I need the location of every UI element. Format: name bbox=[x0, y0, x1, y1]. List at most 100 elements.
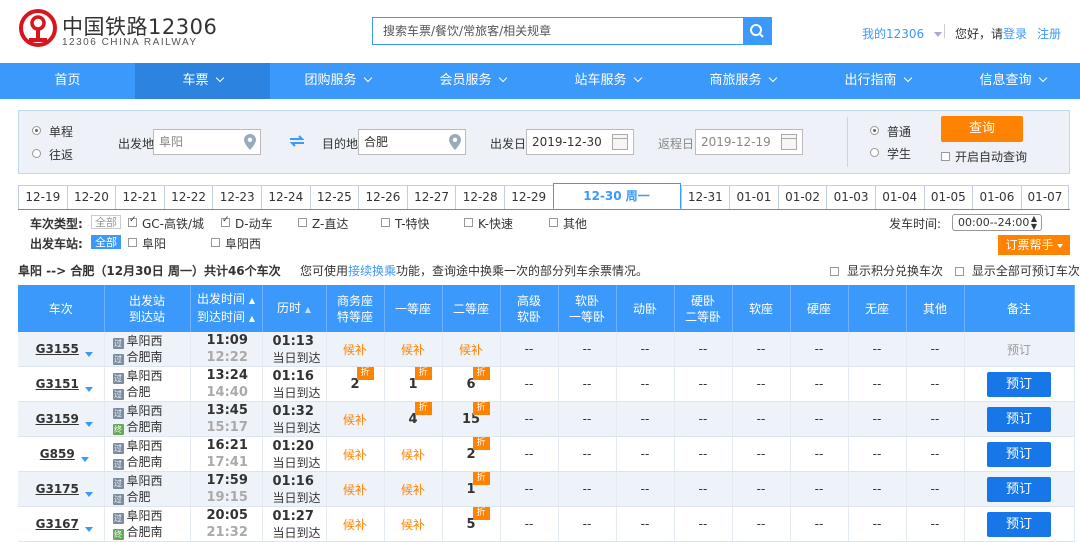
train-number[interactable]: G3151 bbox=[36, 377, 79, 391]
return-date-field[interactable]: 2019-12-19 bbox=[695, 129, 803, 155]
station-all-button[interactable]: 全部 bbox=[91, 235, 121, 249]
nav-item-4[interactable]: 站车服务 bbox=[540, 63, 675, 99]
query-button[interactable]: 查询 bbox=[941, 116, 1023, 142]
depart-time-select[interactable]: 00:00--24:00 ▲ ▼ bbox=[952, 214, 1042, 231]
date-tab[interactable]: 12-28 bbox=[455, 185, 504, 210]
train-number-cell[interactable]: G3159 bbox=[18, 401, 105, 437]
date-tab[interactable]: 12-25 bbox=[309, 185, 359, 210]
train-number[interactable]: G859 bbox=[40, 447, 75, 461]
train-type-checkbox[interactable] bbox=[381, 218, 390, 227]
date-tab[interactable]: 12-30 周一 bbox=[552, 183, 681, 210]
train-number-cell[interactable]: G3151 bbox=[18, 366, 105, 402]
transfer-link[interactable]: 接续换乘 bbox=[348, 264, 396, 278]
date-tab[interactable]: 12-23 bbox=[212, 185, 261, 210]
nav-item-6[interactable]: 出行指南 bbox=[810, 63, 945, 99]
station-checkbox[interactable] bbox=[128, 238, 137, 247]
waitlist-link[interactable]: 候补 bbox=[401, 518, 425, 532]
train-type-all-button[interactable]: 全部 bbox=[91, 215, 121, 229]
date-tab[interactable]: 12-26 bbox=[358, 185, 407, 210]
chevron-down-icon[interactable] bbox=[80, 456, 89, 462]
book-button[interactable]: 预订 bbox=[987, 476, 1051, 502]
date-tab[interactable]: 12-19 bbox=[18, 185, 67, 210]
station-checkbox[interactable] bbox=[211, 238, 220, 247]
date-tab[interactable]: 12-24 bbox=[260, 185, 310, 210]
train-number[interactable]: G3167 bbox=[36, 517, 79, 531]
train-number[interactable]: G3175 bbox=[36, 482, 79, 496]
book-button[interactable]: 预订 bbox=[987, 511, 1051, 537]
date-tab[interactable]: 01-06 bbox=[972, 185, 1021, 210]
to-field[interactable]: 合肥 bbox=[358, 129, 466, 155]
railway-logo-icon[interactable] bbox=[18, 8, 58, 48]
date-tab[interactable]: 12-31 bbox=[680, 185, 730, 210]
search-button[interactable] bbox=[743, 18, 771, 44]
points-trains-checkbox[interactable] bbox=[830, 267, 839, 276]
login-link[interactable]: 登录 bbox=[1003, 27, 1027, 41]
date-tab[interactable]: 01-05 bbox=[923, 185, 973, 210]
swap-stations-icon[interactable] bbox=[289, 135, 305, 147]
book-button[interactable]: 预订 bbox=[987, 371, 1051, 397]
waitlist-link[interactable]: 候补 bbox=[401, 343, 425, 357]
date-tab[interactable]: 01-03 bbox=[826, 185, 875, 210]
waitlist-link[interactable]: 候补 bbox=[343, 343, 367, 357]
waitlist-link[interactable]: 候补 bbox=[343, 413, 367, 427]
train-type-checkbox[interactable] bbox=[298, 218, 307, 227]
waitlist-link[interactable]: 候补 bbox=[343, 483, 367, 497]
col-times[interactable]: 出发时间 ▲ 到达时间 ▲ bbox=[190, 285, 263, 332]
date-tab[interactable]: 12-29 bbox=[503, 185, 553, 210]
booking-helper-button[interactable]: 订票帮手 bbox=[998, 235, 1070, 255]
date-tab[interactable]: 01-02 bbox=[777, 185, 827, 210]
nav-item-7[interactable]: 信息查询 bbox=[945, 63, 1080, 99]
date-tab[interactable]: 12-22 bbox=[163, 185, 213, 210]
oneway-radio[interactable] bbox=[32, 126, 41, 135]
auto-query-checkbox[interactable] bbox=[941, 152, 950, 161]
train-type-checkbox[interactable] bbox=[128, 215, 137, 227]
train-type-checkbox[interactable] bbox=[549, 218, 558, 227]
register-link[interactable]: 注册 bbox=[1037, 27, 1061, 41]
train-number[interactable]: G3159 bbox=[36, 412, 79, 426]
train-number-cell[interactable]: G3155 bbox=[18, 332, 105, 367]
chevron-down-icon[interactable] bbox=[84, 491, 93, 497]
chevron-down-icon[interactable] bbox=[84, 351, 93, 357]
train-number-cell[interactable]: G859 bbox=[18, 436, 105, 472]
waitlist-link[interactable]: 候补 bbox=[401, 483, 425, 497]
roundtrip-radio[interactable] bbox=[32, 149, 41, 158]
student-ticket-radio[interactable] bbox=[870, 148, 879, 157]
train-type-checkbox[interactable] bbox=[221, 215, 230, 227]
normal-ticket-radio[interactable] bbox=[870, 126, 879, 135]
nav-item-0[interactable]: 首页 bbox=[0, 63, 135, 99]
date-tab[interactable]: 01-04 bbox=[874, 185, 924, 210]
calendar-icon[interactable] bbox=[781, 134, 797, 150]
chevron-down-icon[interactable] bbox=[84, 526, 93, 532]
waitlist-link[interactable]: 候补 bbox=[343, 448, 367, 462]
my12306-menu[interactable]: 我的12306 bbox=[862, 25, 943, 42]
calendar-icon[interactable] bbox=[612, 134, 628, 150]
train-type-checkbox[interactable] bbox=[464, 218, 473, 227]
date-tab[interactable]: 12-27 bbox=[406, 185, 456, 210]
search-input[interactable] bbox=[373, 18, 743, 44]
nav-item-3[interactable]: 会员服务 bbox=[405, 63, 540, 99]
waitlist-link[interactable]: 候补 bbox=[343, 518, 367, 532]
from-field[interactable]: 阜阳 bbox=[153, 129, 261, 155]
nav-item-5[interactable]: 商旅服务 bbox=[675, 63, 810, 99]
date-tab[interactable]: 12-21 bbox=[115, 185, 164, 210]
chevron-down-icon[interactable] bbox=[84, 386, 93, 392]
book-button[interactable]: 预订 bbox=[987, 441, 1051, 467]
nav-item-2[interactable]: 团购服务 bbox=[270, 63, 405, 99]
col-duration[interactable]: 历时 ▲ bbox=[262, 285, 327, 332]
train-number[interactable]: G3155 bbox=[36, 342, 79, 356]
waitlist-link[interactable]: 候补 bbox=[459, 343, 483, 357]
main-nav: 首页 车票 团购服务 会员服务 站车服务 商旅服务 出行指南 信息查询 bbox=[0, 63, 1080, 99]
stations-cell: 过阜阳西终合肥南 bbox=[104, 506, 191, 542]
book-button[interactable]: 预订 bbox=[987, 406, 1051, 432]
date-tab[interactable]: 12-20 bbox=[66, 185, 116, 210]
train-number-cell[interactable]: G3175 bbox=[18, 471, 105, 507]
date-tab[interactable]: 01-07 bbox=[1020, 185, 1070, 210]
date-tab[interactable]: 01-01 bbox=[729, 185, 778, 210]
all-bookable-checkbox[interactable] bbox=[954, 267, 964, 276]
col-train[interactable]: 车次 bbox=[18, 285, 105, 332]
chevron-down-icon[interactable] bbox=[84, 421, 93, 427]
train-number-cell[interactable]: G3167 bbox=[18, 506, 105, 542]
nav-item-1[interactable]: 车票 bbox=[135, 63, 270, 99]
depart-date-field[interactable]: 2019-12-30 bbox=[526, 129, 634, 155]
waitlist-link[interactable]: 候补 bbox=[401, 448, 425, 462]
